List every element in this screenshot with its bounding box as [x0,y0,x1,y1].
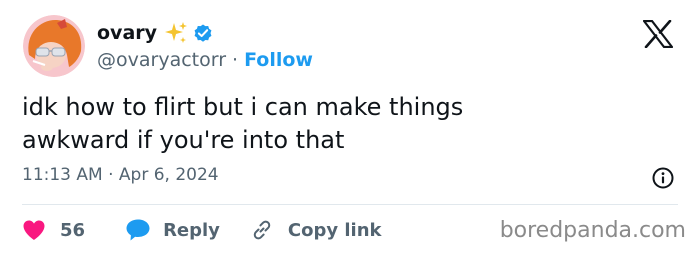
tweet-text-line-2: awkward if you're into that [22,126,345,154]
copy-link-button[interactable]: Copy link [250,218,382,242]
tweet-timestamp[interactable]: 11:13 AM · Apr 6, 2024 [22,165,219,185]
follow-button[interactable]: Follow [244,49,313,71]
separator-dot: · [232,49,239,71]
tweet-text: idk how to flirt but i can make things a… [22,91,662,157]
heart-icon [22,219,46,241]
author-handle[interactable]: @ovaryactorr [97,49,226,71]
action-bar: 56 Reply Copy link [22,217,382,243]
avatar[interactable] [23,15,85,77]
author-display-name[interactable]: ovary [97,22,157,44]
reply-button[interactable]: Reply [125,218,220,242]
verified-badge-icon [192,22,214,44]
like-button[interactable]: 56 [22,219,85,241]
tweet-text-line-1: idk how to flirt but i can make things [22,93,464,121]
copy-link-label: Copy link [287,219,382,241]
author-handle-row: @ovaryactorr · Follow [97,47,313,73]
avatar-image [23,15,85,77]
x-logo-icon[interactable] [642,19,674,49]
reply-label: Reply [163,219,220,241]
link-icon [250,218,274,242]
info-icon[interactable] [651,166,675,190]
author-name-row: ovary [97,20,214,46]
watermark: boredpanda.com [499,218,686,243]
divider [22,204,678,205]
sparkles-icon [164,21,188,45]
like-count: 56 [60,219,86,241]
speech-bubble-icon [125,218,151,242]
